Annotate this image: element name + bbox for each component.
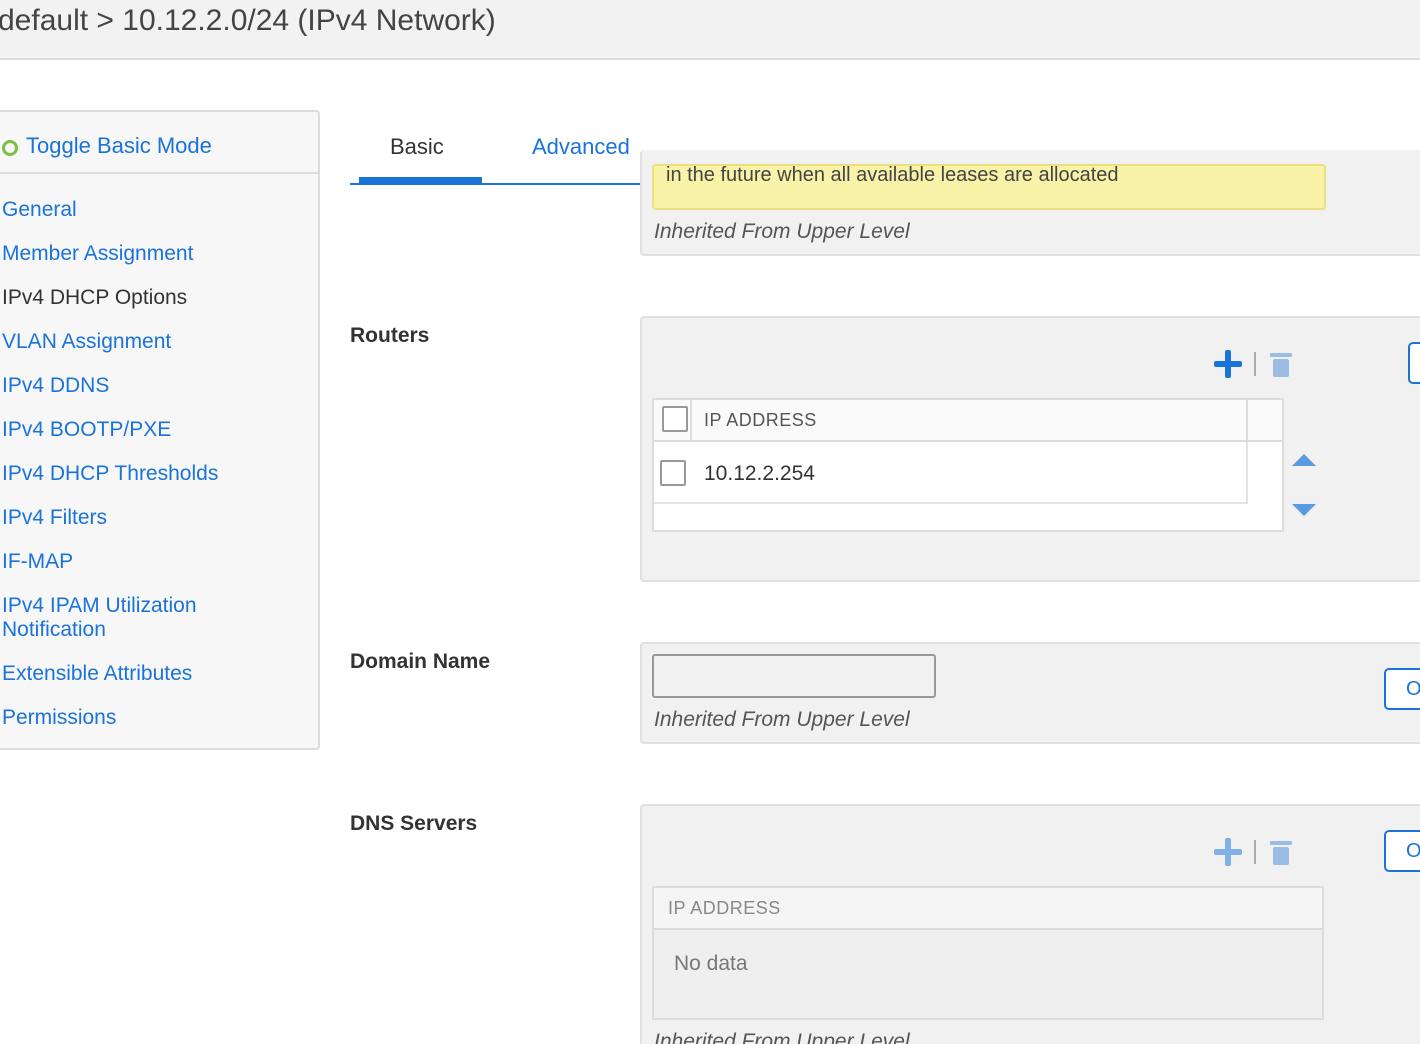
tab-advanced[interactable]: Advanced	[532, 134, 630, 160]
routers-grid: IP ADDRESS 10.12.2.254	[652, 398, 1284, 532]
dns-grid: IP ADDRESS No data	[652, 886, 1324, 1020]
ip-address-column-header: IP ADDRESS	[704, 410, 817, 430]
toolbar-separator	[1254, 352, 1256, 376]
row-checkbox[interactable]	[660, 460, 686, 486]
routers-label: Routers	[350, 324, 430, 347]
table-row[interactable]: 10.12.2.254	[654, 442, 1248, 504]
tab-active-indicator	[359, 177, 482, 183]
dns-ip-address-column-header: IP ADDRESS	[668, 898, 781, 918]
sidebar-item-ipam-utilization[interactable]: IPv4 IPAM Utilization	[2, 594, 197, 618]
breadcrumb: default > 10.12.2.0/24 (IPv4 Network)	[0, 4, 496, 37]
title-bar: default > 10.12.2.0/24 (IPv4 Network)	[0, 0, 1420, 60]
sidebar-item-ipv4-dhcp-thresholds[interactable]: IPv4 DHCP Thresholds	[2, 462, 218, 486]
warning-banner: in the future when all available leases …	[652, 164, 1326, 210]
sidebar-item-member-assignment[interactable]: Member Assignment	[2, 242, 193, 266]
toolbar-separator	[1254, 840, 1256, 864]
routers-grid-header: IP ADDRESS	[654, 400, 1282, 442]
routers-override-button[interactable]	[1408, 342, 1420, 384]
dns-grid-header: IP ADDRESS	[654, 888, 1322, 930]
sidebar-item-general[interactable]: General	[2, 198, 77, 222]
domain-name-input[interactable]	[652, 654, 936, 698]
sidebar-item-if-map[interactable]: IF-MAP	[2, 550, 73, 574]
routers-panel: IP ADDRESS 10.12.2.254	[640, 316, 1420, 582]
dns-servers-label: DNS Servers	[350, 812, 478, 835]
domain-override-button[interactable]: Override	[1384, 668, 1420, 710]
domain-inherit-text: Inherited From Upper Level	[654, 708, 910, 731]
warning-text: in the future when all available leases …	[666, 164, 1119, 186]
dns-inherit-text: Inherited From Upper Level	[654, 1030, 910, 1044]
sidebar-item-ipv4-bootp-pxe[interactable]: IPv4 BOOTP/PXE	[2, 418, 171, 442]
no-data-text: No data	[674, 952, 748, 975]
sidebar-item-ipv4-filters[interactable]: IPv4 Filters	[2, 506, 107, 530]
lease-inherit-text: Inherited From Upper Level	[654, 220, 910, 243]
sidebar: Toggle Basic Mode General Member Assignm…	[0, 110, 320, 750]
sidebar-item-permissions[interactable]: Permissions	[2, 706, 116, 730]
routers-toolbar	[1212, 348, 1292, 380]
lease-panel: in the future when all available leases …	[640, 150, 1420, 256]
add-dns-icon[interactable]	[1212, 836, 1244, 868]
dns-toolbar	[1212, 836, 1292, 868]
move-down-icon[interactable]	[1292, 504, 1316, 516]
select-all-checkbox[interactable]	[662, 406, 688, 432]
delete-router-icon[interactable]	[1270, 351, 1292, 377]
sidebar-item-ipam-utilization-notification[interactable]: Notification	[2, 618, 106, 642]
add-router-icon[interactable]	[1212, 348, 1244, 380]
dns-override-button[interactable]: Override	[1384, 830, 1420, 872]
toggle-basic-mode[interactable]: Toggle Basic Mode	[0, 112, 318, 174]
delete-dns-icon[interactable]	[1270, 839, 1292, 865]
dns-servers-panel: Override IP ADDRESS No data Inherited Fr…	[640, 804, 1420, 1044]
router-ip-cell: 10.12.2.254	[704, 462, 815, 485]
toggle-icon	[2, 140, 18, 156]
sidebar-item-ipv4-dhcp-options[interactable]: IPv4 DHCP Options	[2, 286, 187, 310]
sidebar-item-extensible-attributes[interactable]: Extensible Attributes	[2, 662, 192, 686]
toggle-basic-mode-label[interactable]: Toggle Basic Mode	[26, 133, 212, 159]
sidebar-item-ipv4-ddns[interactable]: IPv4 DDNS	[2, 374, 109, 398]
domain-name-panel: Inherited From Upper Level Override	[640, 642, 1420, 744]
move-up-icon[interactable]	[1292, 454, 1316, 466]
domain-name-label: Domain Name	[350, 650, 491, 673]
sidebar-item-vlan-assignment[interactable]: VLAN Assignment	[2, 330, 171, 354]
tab-basic[interactable]: Basic	[390, 134, 444, 160]
